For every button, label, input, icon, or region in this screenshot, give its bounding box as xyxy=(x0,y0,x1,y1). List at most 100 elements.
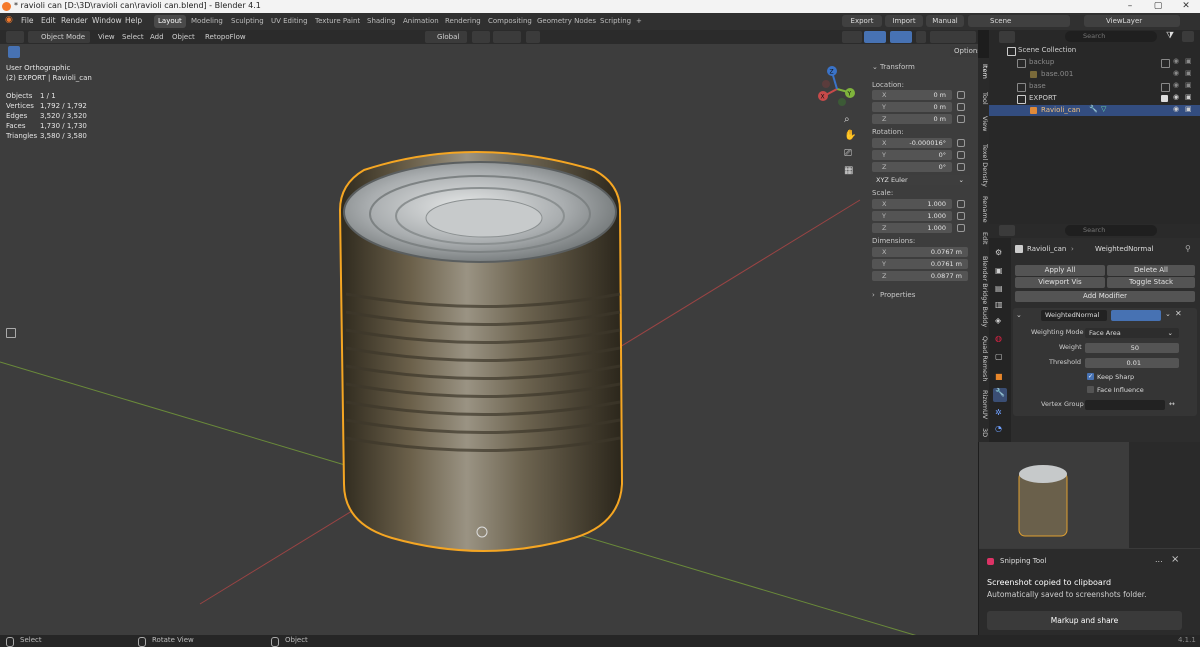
camera-icon[interactable]: ▣ xyxy=(1185,81,1192,89)
properties-subpanel[interactable]: Properties xyxy=(880,291,915,299)
tab-blender-bridge-buddy[interactable]: Blender Bridge Buddy xyxy=(979,256,989,327)
close-notification-button[interactable]: × xyxy=(1171,554,1179,565)
markup-and-share-button[interactable]: Markup and share xyxy=(987,611,1182,630)
add-workspace-button[interactable]: + xyxy=(632,15,646,28)
output-tab-icon[interactable]: ▤ xyxy=(995,284,1003,293)
ravioli-can-object[interactable] xyxy=(334,144,634,564)
dimension-z-field[interactable]: Z 0.0877 m xyxy=(872,271,968,281)
proportional-editing-button[interactable] xyxy=(526,31,540,43)
snapping-button[interactable] xyxy=(493,31,521,43)
invert-arrows-icon[interactable]: ↔ xyxy=(1169,400,1175,408)
outliner-row-base-001[interactable]: base.001 ◉ ▣ xyxy=(989,69,1200,80)
mode-selector[interactable]: Object Mode xyxy=(28,31,90,43)
menu-render[interactable]: Render xyxy=(61,16,88,25)
tab-sculpting[interactable]: Sculpting xyxy=(227,15,268,28)
camera-icon[interactable]: ▣ xyxy=(1185,93,1192,101)
outliner-row-export[interactable]: EXPORT ◉ ▣ xyxy=(989,93,1200,104)
export-button[interactable]: Export xyxy=(842,15,882,27)
eye-icon[interactable]: ◉ xyxy=(1173,69,1179,77)
editor-type-icon[interactable] xyxy=(999,225,1015,236)
modifier-name-input[interactable]: WeightedNormal xyxy=(1041,310,1107,321)
rotation-x-field[interactable]: X -0.000016° xyxy=(872,138,952,148)
face-influence-checkbox[interactable] xyxy=(1087,386,1094,393)
scale-z-field[interactable]: Z 1.000 xyxy=(872,223,952,233)
menu-select[interactable]: Select xyxy=(122,31,144,43)
camera-icon[interactable]: ▣ xyxy=(1185,69,1192,77)
location-z-field[interactable]: Z 0 m xyxy=(872,114,952,124)
tab-compositing[interactable]: Compositing xyxy=(484,15,536,28)
tab-texture-paint[interactable]: Texture Paint xyxy=(311,15,364,28)
new-collection-icon[interactable] xyxy=(1182,31,1194,42)
menu-help[interactable]: Help xyxy=(125,16,142,25)
transform-orientation[interactable]: Global xyxy=(425,31,467,43)
chevron-down-icon[interactable]: ⌄ xyxy=(872,63,878,71)
menu-retopoflow[interactable]: RetopoFlow xyxy=(205,31,246,43)
tab-quad-remesh[interactable]: Quad Remesh xyxy=(979,336,989,381)
scene-selector[interactable]: Scene xyxy=(968,15,1070,27)
navigation-gizmo[interactable]: Y X Z xyxy=(812,64,862,114)
outliner-row-ravioli-can[interactable]: Ravioli_can 🔧 ▽ ◉ ▣ xyxy=(989,105,1200,116)
menu-edit[interactable]: Edit xyxy=(41,16,56,25)
vertex-group-field[interactable] xyxy=(1085,400,1165,410)
properties-search-input[interactable]: Search xyxy=(1065,225,1157,236)
filter-icon[interactable]: ⧩ xyxy=(1166,31,1174,41)
camera-icon[interactable]: ▣ xyxy=(1185,57,1192,65)
add-modifier-button[interactable]: Add Modifier xyxy=(1015,291,1195,302)
toolbar-toggle-icon[interactable] xyxy=(6,328,16,338)
menu-add[interactable]: Add xyxy=(150,31,164,43)
world-tab-icon[interactable]: ◍ xyxy=(995,334,1002,343)
lock-icon[interactable] xyxy=(957,224,965,232)
object-tab-icon[interactable]: ■ xyxy=(995,372,1003,381)
viewport-vis-button[interactable]: Viewport Vis xyxy=(1015,277,1105,288)
zoom-icon[interactable]: ⌕ xyxy=(844,114,850,125)
keep-sharp-checkbox[interactable]: ✓ xyxy=(1087,373,1094,380)
lock-icon[interactable] xyxy=(957,91,965,99)
weight-field[interactable]: 50 xyxy=(1085,343,1179,353)
mesh-data-icon[interactable]: ▽ xyxy=(1101,105,1106,113)
editor-type-icon[interactable] xyxy=(999,31,1015,43)
view-layer-tab-icon[interactable]: ▥ xyxy=(995,300,1003,309)
eye-icon[interactable]: ◉ xyxy=(1173,81,1179,89)
screenshot-thumbnail[interactable] xyxy=(979,442,1200,550)
tab-edit[interactable]: Edit xyxy=(979,232,989,245)
menu-view[interactable]: View xyxy=(98,31,115,43)
3d-viewport[interactable]: User Orthographic (2) EXPORT | Ravioli_c… xyxy=(0,44,978,635)
rotation-z-field[interactable]: Z 0° xyxy=(872,162,952,172)
apply-all-button[interactable]: Apply All xyxy=(1015,265,1105,276)
dimension-x-field[interactable]: X 0.0767 m xyxy=(872,247,968,257)
manual-button[interactable]: Manual xyxy=(926,15,964,27)
select-tool-icon[interactable] xyxy=(8,46,20,58)
toggle-stack-button[interactable]: Toggle Stack xyxy=(1107,277,1195,288)
maximize-button[interactable]: ▢ xyxy=(1144,0,1172,13)
tab-rendering[interactable]: Rendering xyxy=(441,15,485,28)
xray-toggle[interactable] xyxy=(916,31,926,43)
lock-icon[interactable] xyxy=(957,163,965,171)
menu-object[interactable]: Object xyxy=(172,31,195,43)
chevron-right-icon[interactable]: › xyxy=(872,291,875,299)
close-window-button[interactable]: ✕ xyxy=(1172,0,1200,13)
render-tab-icon[interactable]: ▣ xyxy=(995,266,1003,275)
pin-icon[interactable]: ⚲ xyxy=(1185,244,1191,253)
eye-icon[interactable]: ◉ xyxy=(1173,93,1179,101)
tab-shading[interactable]: Shading xyxy=(363,15,399,28)
chevron-down-icon[interactable]: ⌄ xyxy=(1165,310,1171,318)
tab-rizomuv[interactable]: RizomUV xyxy=(979,390,989,419)
menu-file[interactable]: File xyxy=(21,16,34,25)
perspective-grid-icon[interactable]: ▦ xyxy=(844,165,853,176)
tab-item[interactable]: Item xyxy=(979,64,989,79)
threshold-field[interactable]: 0.01 xyxy=(1085,358,1179,368)
shading-modes[interactable] xyxy=(930,31,976,43)
scale-x-field[interactable]: X 1.000 xyxy=(872,199,952,209)
chevron-down-icon[interactable]: ⌄ xyxy=(1016,311,1022,319)
checkbox-checked-icon[interactable] xyxy=(1161,95,1168,102)
rotation-mode-select[interactable]: XYZ Euler ⌄ xyxy=(872,175,970,185)
delete-all-button[interactable]: Delete All xyxy=(1107,265,1195,276)
outliner-row-scene-collection[interactable]: Scene Collection xyxy=(989,45,1200,56)
location-y-field[interactable]: Y 0 m xyxy=(872,102,952,112)
lock-icon[interactable] xyxy=(957,139,965,147)
lock-icon[interactable] xyxy=(957,151,965,159)
tab-rename[interactable]: Rename xyxy=(979,196,989,223)
tab-animation[interactable]: Animation xyxy=(399,15,443,28)
tab-uv-editing[interactable]: UV Editing xyxy=(267,15,312,28)
tab-geometry-nodes[interactable]: Geometry Nodes xyxy=(533,15,600,28)
